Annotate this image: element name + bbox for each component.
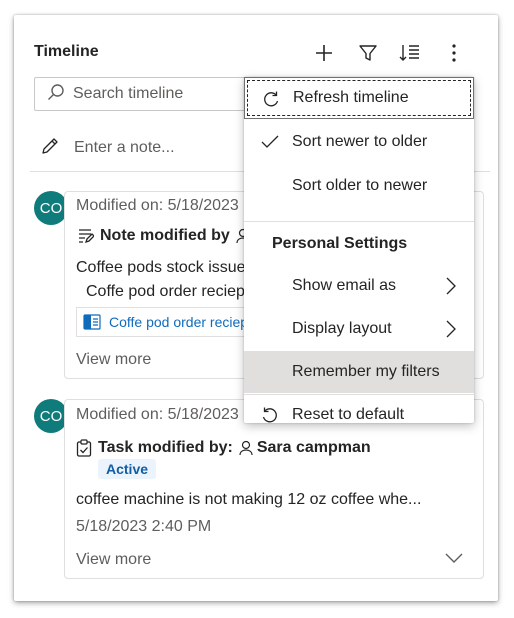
menu-item-remember-filters[interactable]: Remember my filters <box>244 351 474 393</box>
note-icon <box>76 227 94 245</box>
timeline-panel: Timeline Search timeline Enter a note...… <box>14 15 498 601</box>
sort-icon[interactable] <box>398 41 422 65</box>
status-badge: Active <box>98 459 157 479</box>
menu-item-display-layout[interactable]: Display layout <box>244 308 474 350</box>
menu-item-label: Remember my filters <box>292 363 440 380</box>
menu-item-sort-newer[interactable]: Sort newer to older <box>244 121 474 163</box>
record-text-line: Coffe pod order reciep <box>86 283 245 300</box>
record-text-line: Coffee pods stock issue <box>76 259 246 276</box>
avatar: CO <box>34 399 68 433</box>
pencil-icon <box>40 136 60 161</box>
search-icon <box>47 83 65 106</box>
reset-icon <box>260 405 280 425</box>
menu-item-label: Refresh timeline <box>293 89 409 106</box>
record-timestamp: 5/18/2023 2:40 PM <box>76 518 212 535</box>
record-user[interactable]: Sara campman <box>257 439 371 457</box>
note-placeholder: Enter a note... <box>74 139 175 156</box>
record-title-row: Task modified by: Sara campman <box>76 439 371 457</box>
menu-item-label: Sort newer to older <box>292 133 428 150</box>
note-input[interactable]: Enter a note... <box>40 133 175 163</box>
more-icon[interactable] <box>442 41 466 65</box>
search-placeholder: Search timeline <box>73 85 184 102</box>
menu-divider <box>244 221 474 222</box>
menu-item-label: Show email as <box>292 277 397 294</box>
word-document-icon <box>83 314 101 330</box>
modified-date: Modified on: 5/18/2023 <box>76 197 239 214</box>
record-title: Note modified by <box>100 227 230 244</box>
menu-item-label: Sort older to newer <box>292 177 428 194</box>
filter-icon[interactable] <box>356 41 380 65</box>
menu-item-sort-older[interactable]: Sort older to newer <box>244 165 474 207</box>
record-title: Task modified by: <box>98 439 233 456</box>
person-icon <box>239 440 253 456</box>
menu-item-show-email-as[interactable]: Show email as <box>244 265 474 307</box>
menu-item-label: Display layout <box>292 320 392 337</box>
menu-item-reset-default[interactable]: Reset to default <box>244 394 474 436</box>
record-description: coffee machine is not making 12 oz coffe… <box>76 491 422 508</box>
add-icon[interactable] <box>312 41 336 65</box>
refresh-icon <box>261 89 281 109</box>
options-menu: Refresh timeline Sort newer to older Sor… <box>244 77 474 423</box>
modified-date: Modified on: 5/18/2023 <box>76 406 239 423</box>
menu-item-label: Reset to default <box>292 406 405 423</box>
menu-section-title: Personal Settings <box>272 235 408 252</box>
menu-item-refresh-timeline[interactable]: Refresh timeline <box>244 77 474 119</box>
task-icon <box>76 439 92 457</box>
chevron-right-icon <box>446 277 456 300</box>
timeline-title: Timeline <box>34 43 99 60</box>
check-icon <box>260 132 280 152</box>
avatar: CO <box>34 191 68 225</box>
chevron-right-icon <box>446 320 456 343</box>
record-title-row: Note modified by <box>76 227 250 245</box>
view-more-link[interactable]: View more <box>76 551 151 569</box>
attachment-name: Coffe pod order reciep <box>109 314 249 330</box>
chevron-down-icon[interactable] <box>444 551 464 570</box>
view-more-link[interactable]: View more <box>76 351 151 369</box>
